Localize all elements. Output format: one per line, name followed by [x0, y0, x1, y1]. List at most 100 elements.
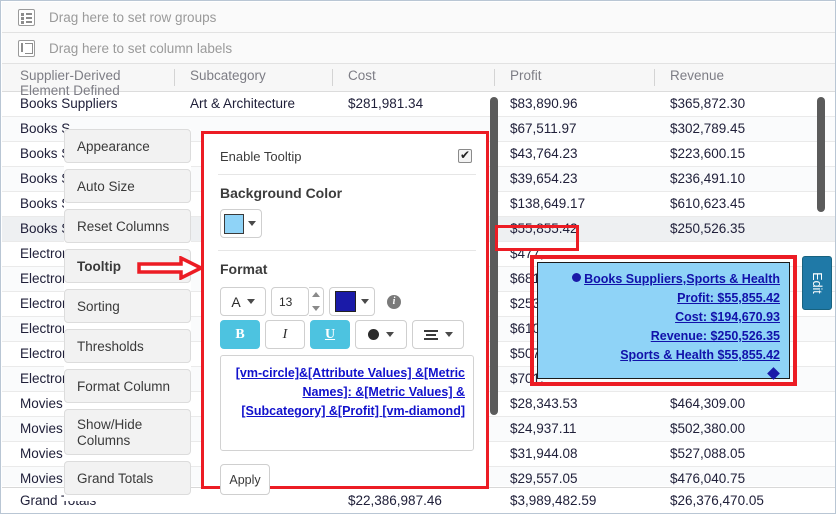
inner-vertical-scrollbar-thumb[interactable]: [490, 97, 498, 415]
align-icon: [423, 329, 438, 340]
font-color-picker[interactable]: [329, 287, 375, 316]
format-label: Format: [220, 261, 268, 277]
column-header-label: Revenue: [670, 68, 725, 83]
column-separator[interactable]: [654, 69, 655, 86]
cell-profit[interactable]: $138,649.17: [500, 196, 658, 216]
align-button[interactable]: [412, 320, 464, 349]
font-color-swatch: [335, 291, 356, 312]
outer-vertical-scrollbar[interactable]: [817, 97, 825, 212]
font-size-input[interactable]: 13: [271, 287, 309, 316]
chevron-down-icon: [386, 332, 394, 337]
column-separator[interactable]: [332, 69, 333, 86]
annotation-highlight-profit-cell: [495, 225, 579, 251]
column-header-label: Subcategory: [190, 68, 266, 83]
info-icon[interactable]: i: [387, 294, 401, 309]
cell-revenue[interactable]: $302,789.45: [660, 121, 820, 141]
chevron-down-icon: [361, 299, 369, 304]
cell-supplier[interactable]: Books Suppliers: [10, 96, 182, 116]
chevron-down-icon: [248, 221, 256, 226]
grand-total-cost: $22,386,987.46: [348, 493, 442, 508]
context-menu-item-show-hide-columns[interactable]: Show/Hide Columns: [64, 409, 191, 455]
row-groups-dropzone-label: Drag here to set row groups: [49, 9, 217, 25]
cell-revenue[interactable]: $476,040.75: [660, 471, 820, 486]
column-header-4[interactable]: Revenue: [660, 64, 820, 92]
cell-profit[interactable]: $43,764.23: [500, 146, 658, 166]
annotation-red-arrow: [137, 256, 203, 280]
background-color-label: Background Color: [220, 185, 343, 201]
column-header-3[interactable]: Profit: [500, 64, 658, 92]
edit-tab-label: Edit: [809, 272, 824, 294]
context-menu-item-grand-totals[interactable]: Grand Totals: [64, 461, 191, 495]
outer-vertical-scrollbar-thumb[interactable]: [817, 97, 825, 212]
column-header-label: Supplier-Derived: [20, 68, 121, 83]
cell-revenue[interactable]: $502,380.00: [660, 421, 820, 441]
context-menu-item-label: Show/Hide: [77, 417, 143, 432]
cell-revenue[interactable]: $527,088.05: [660, 446, 820, 466]
column-header-1[interactable]: Subcategory: [180, 64, 338, 92]
stepper-up-icon[interactable]: [312, 292, 320, 298]
column-header-label: Profit: [510, 68, 542, 83]
font-family-label: A: [231, 293, 241, 310]
context-menu-item-reset-columns[interactable]: Reset Columns: [64, 209, 191, 243]
cell-profit[interactable]: $83,890.96: [500, 96, 658, 116]
column-header-label: Cost: [348, 68, 376, 83]
column-separator[interactable]: [494, 69, 495, 86]
cell-revenue[interactable]: $365,872.30: [660, 96, 820, 116]
bullet-style-button[interactable]: [355, 320, 407, 349]
enable-tooltip-row: Enable Tooltip: [210, 138, 484, 174]
column-labels-dropzone[interactable]: Drag here to set column labels: [2, 33, 835, 64]
edit-tab-button[interactable]: Edit: [802, 256, 832, 310]
cell-profit[interactable]: $39,654.23: [500, 171, 658, 191]
tooltip-settings-panel: Enable Tooltip Background Color Format A…: [201, 131, 489, 495]
cell-revenue[interactable]: $236,491.10: [660, 171, 820, 191]
chevron-down-icon: [246, 299, 255, 304]
context-menu-item-appearance[interactable]: Appearance: [64, 129, 191, 163]
cell-profit[interactable]: $24,937.11: [500, 421, 658, 441]
column-header-0[interactable]: Supplier-Derived Element Defined: [10, 64, 182, 98]
font-size-stepper[interactable]: [309, 287, 324, 316]
enable-tooltip-checkbox[interactable]: [458, 147, 472, 163]
format-toolbar-row-1: A 13 i: [210, 287, 484, 316]
underline-button[interactable]: U: [310, 320, 350, 349]
font-family-button[interactable]: A: [220, 287, 266, 316]
cell-revenue[interactable]: $464,309.00: [660, 396, 820, 416]
cell-profit[interactable]: $28,343.53: [500, 396, 658, 416]
context-menu-item-sorting[interactable]: Sorting: [64, 289, 191, 323]
row-groups-icon: [18, 8, 35, 26]
format-text-editor[interactable]: [vm-circle]&[Attribute Values] &[Metric …: [220, 355, 474, 451]
column-labels-dropzone-label: Drag here to set column labels: [49, 40, 233, 56]
context-menu-item-auto-size[interactable]: Auto Size: [64, 169, 191, 203]
column-labels-icon: [18, 39, 35, 57]
bold-button[interactable]: B: [220, 320, 260, 349]
table-row[interactable]: Books Suppliers Art & Architecture $281,98…: [2, 92, 835, 117]
cell-subcategory[interactable]: Art & Architecture: [180, 96, 338, 116]
background-color-swatch: [224, 213, 244, 234]
apply-button[interactable]: Apply: [220, 464, 270, 495]
background-color-picker[interactable]: [220, 209, 262, 238]
chevron-down-icon: [444, 332, 453, 337]
context-menu-item-thresholds[interactable]: Thresholds: [64, 329, 191, 363]
enable-tooltip-label: Enable Tooltip: [220, 148, 302, 164]
cell-revenue[interactable]: $223,600.15: [660, 146, 820, 166]
format-text-line: [vm-diamond]: [382, 404, 465, 418]
italic-button[interactable]: I: [265, 320, 305, 349]
cell-profit[interactable]: $29,557.05: [500, 471, 658, 486]
row-groups-dropzone[interactable]: Drag here to set row groups: [2, 2, 835, 33]
grand-total-profit: $3,989,482.59: [510, 493, 597, 508]
cell-revenue[interactable]: $250,526.35: [660, 221, 820, 241]
context-menu-item-format-column[interactable]: Format Column: [64, 369, 191, 403]
stepper-down-icon[interactable]: [312, 305, 320, 311]
inner-vertical-scrollbar[interactable]: [490, 97, 498, 415]
cell-cost[interactable]: $281,981.34: [338, 96, 490, 116]
cell-profit[interactable]: $31,944.08: [500, 446, 658, 466]
column-header-2[interactable]: Cost: [338, 64, 490, 92]
cell-revenue[interactable]: $610,623.45: [660, 196, 820, 216]
cell-profit[interactable]: $67,511.97: [500, 121, 658, 141]
column-context-menu: Appearance Auto Size Reset Columns Tooltip S…: [64, 129, 191, 501]
bullet-dot-icon: [368, 329, 379, 340]
column-separator[interactable]: [174, 69, 175, 86]
format-text-line: [vm-circle]&[Attribute Values]: [235, 366, 415, 380]
annotation-highlight-tooltip: [530, 255, 797, 386]
grand-total-revenue: $26,376,470.05: [670, 493, 764, 508]
grid-header: Supplier-Derived Element Defined Subcatego…: [2, 64, 835, 98]
